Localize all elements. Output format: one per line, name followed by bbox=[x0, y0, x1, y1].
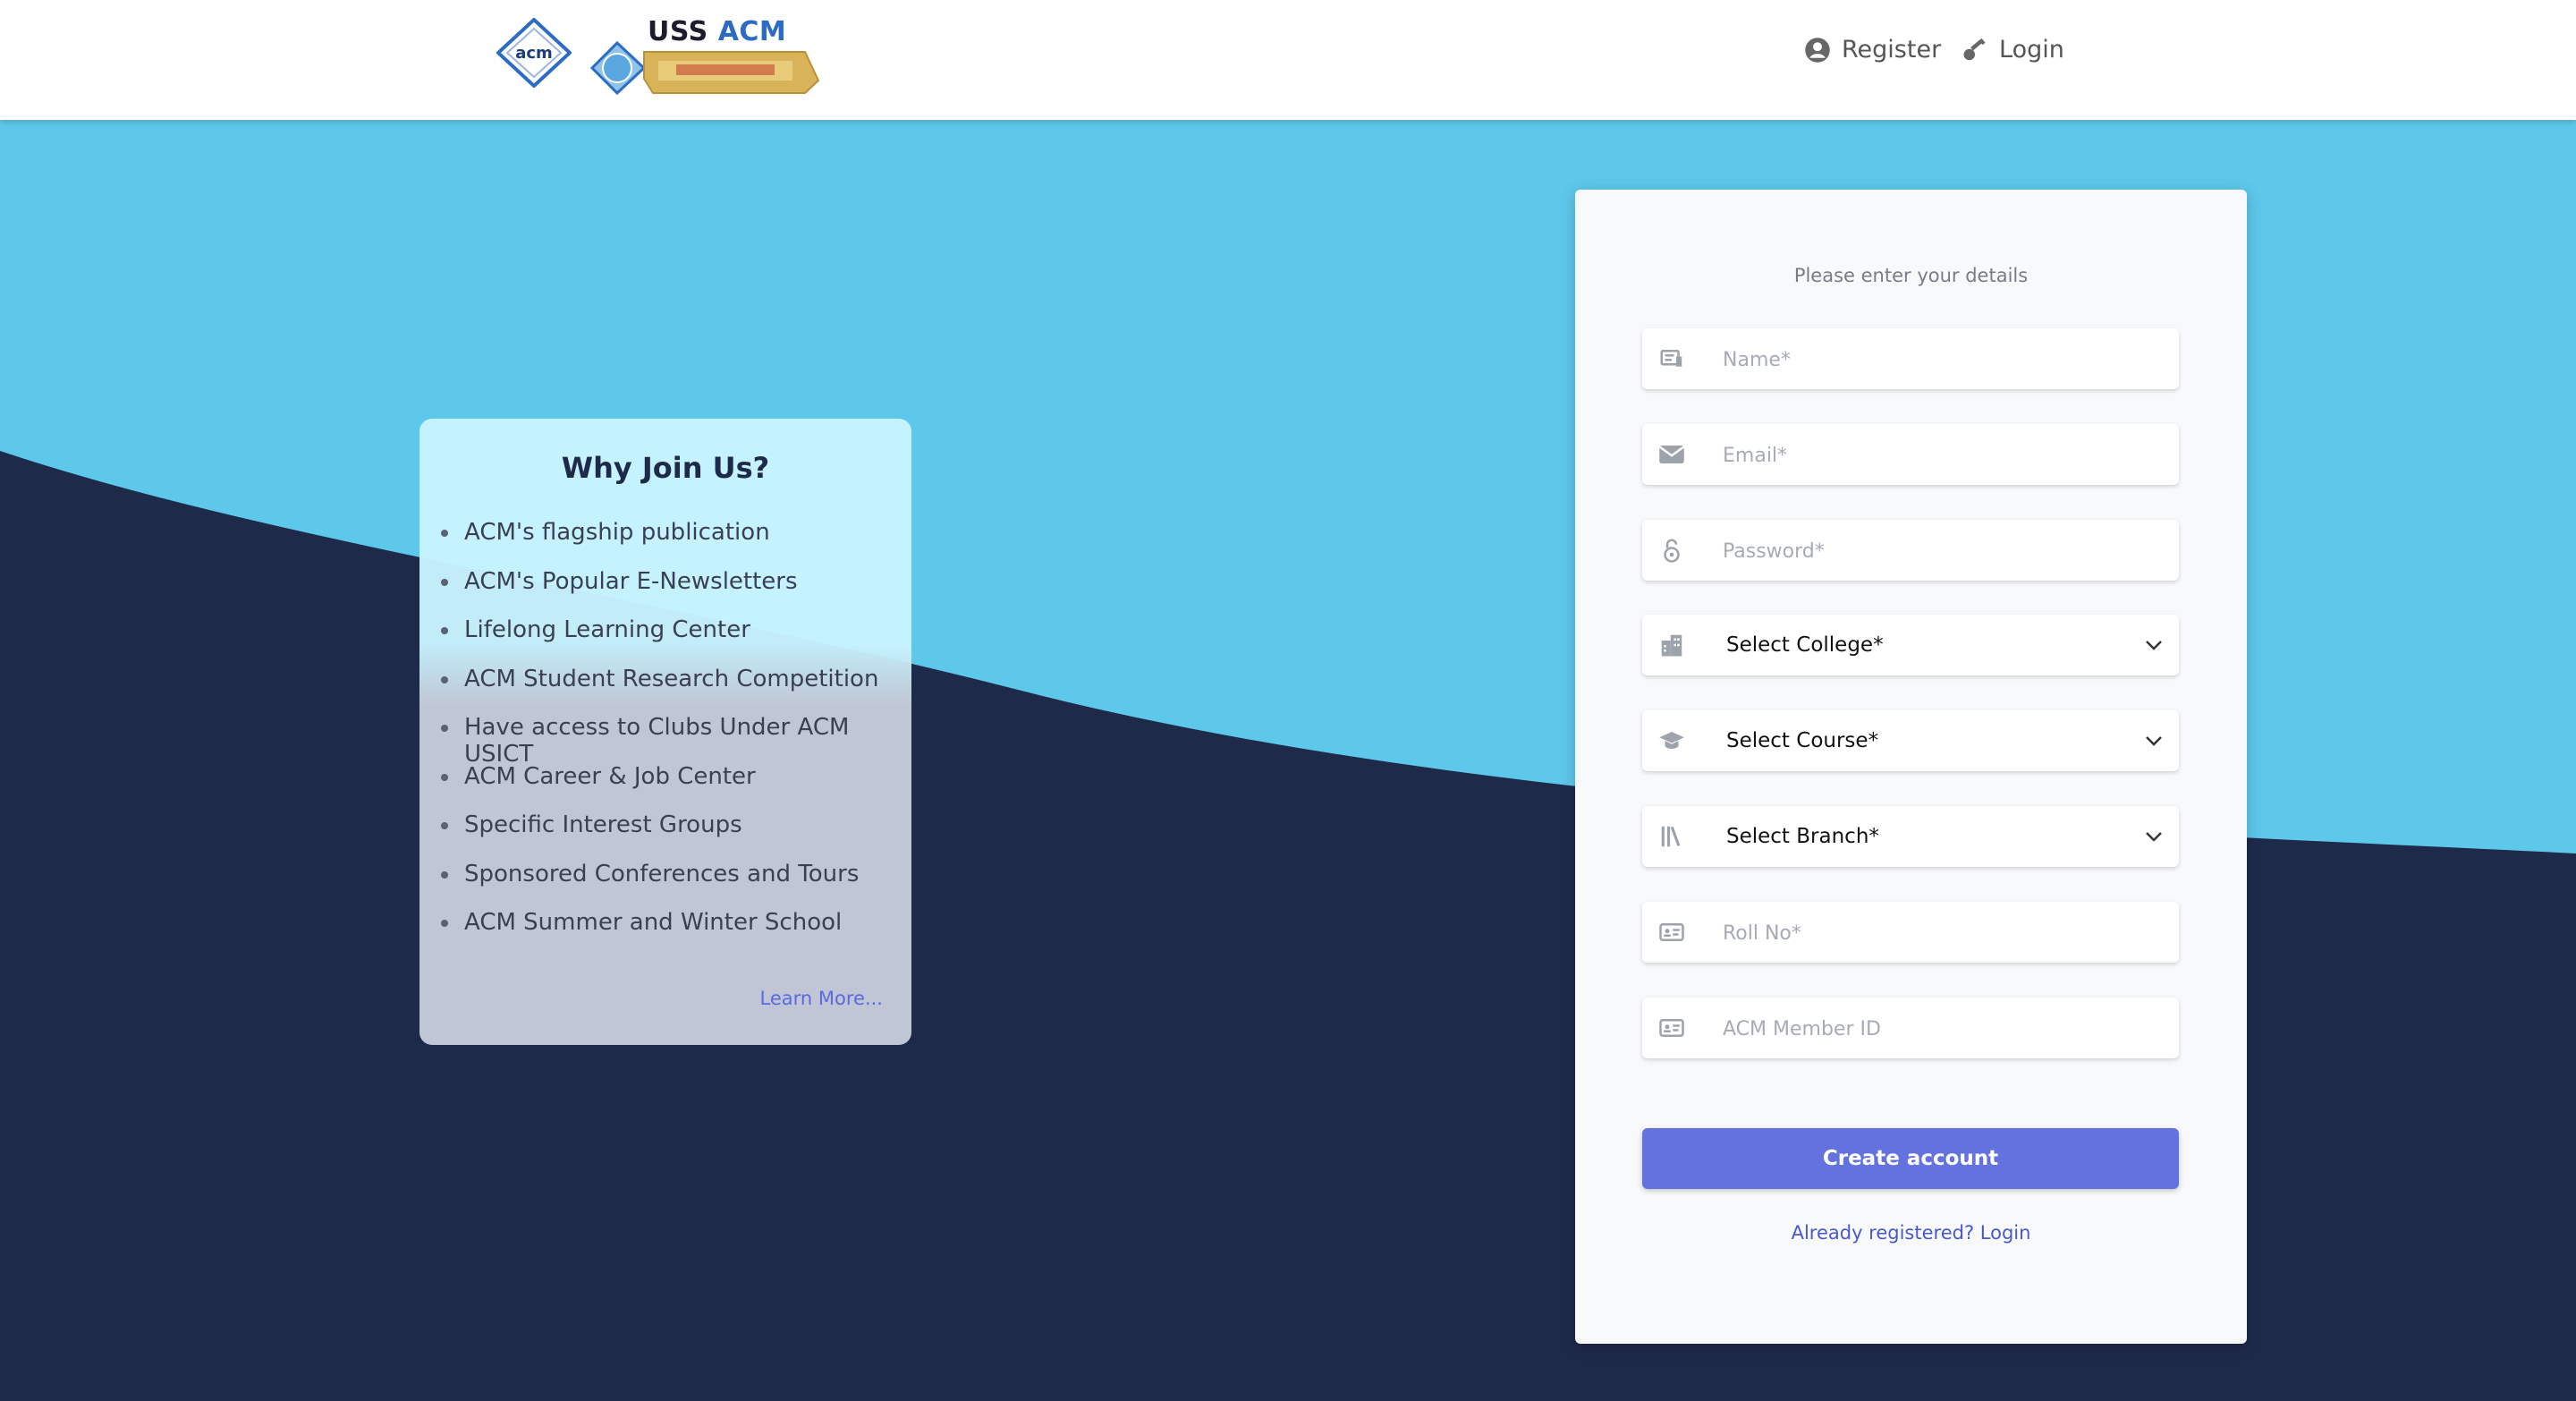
envelope-icon bbox=[1658, 446, 1685, 463]
books-icon bbox=[1661, 826, 1681, 847]
benefit-item: ACM's Popular E-Newsletters bbox=[441, 568, 911, 617]
user-circle-icon bbox=[1805, 37, 1830, 63]
branch-select-value: Select Branch* bbox=[1726, 825, 1879, 848]
chevron-down-icon bbox=[2146, 736, 2162, 746]
benefit-item: ACM Student Research Competition bbox=[441, 666, 911, 715]
member-id-input[interactable] bbox=[1721, 998, 2163, 1060]
acm-logo[interactable]: acm bbox=[496, 18, 572, 88]
why-join-title: Why Join Us? bbox=[561, 451, 770, 485]
building-icon bbox=[1661, 634, 1682, 657]
benefit-item: ACM Summer and Winter School bbox=[441, 909, 911, 958]
graduation-cap-icon bbox=[1659, 732, 1684, 750]
site-title: USS ACM bbox=[648, 16, 786, 47]
svg-text:acm: acm bbox=[515, 44, 553, 63]
already-registered-login-link[interactable]: Already registered? Login bbox=[1575, 1222, 2247, 1244]
rollno-field[interactable] bbox=[1642, 902, 2179, 964]
rollno-input[interactable] bbox=[1721, 902, 2163, 964]
lock-icon bbox=[1664, 539, 1680, 563]
name-input[interactable] bbox=[1721, 328, 2163, 391]
site-title-main: USS bbox=[648, 16, 708, 47]
member-id-field[interactable] bbox=[1642, 998, 2179, 1060]
benefit-item: ACM Career & Job Center bbox=[441, 763, 911, 812]
nav-register-label: Register bbox=[1842, 36, 1942, 64]
college-select[interactable]: Select College* bbox=[1642, 615, 2179, 675]
course-select[interactable]: Select Course* bbox=[1642, 710, 2179, 771]
id-badge-icon bbox=[1659, 923, 1684, 941]
branch-select[interactable]: Select Branch* bbox=[1642, 806, 2179, 867]
email-field[interactable] bbox=[1642, 424, 2179, 487]
email-input[interactable] bbox=[1721, 424, 2163, 487]
chevron-down-icon bbox=[2146, 641, 2162, 650]
chevron-down-icon bbox=[2146, 832, 2162, 842]
nav-login-link[interactable]: Login bbox=[1962, 36, 2064, 64]
benefit-item: Lifelong Learning Center bbox=[441, 616, 911, 666]
register-form-card: Please enter your details Name* Email* S… bbox=[1575, 190, 2247, 1344]
nav-login-label: Login bbox=[1999, 36, 2064, 64]
benefit-item: ACM's flagship publication bbox=[441, 519, 911, 568]
college-select-value: Select College* bbox=[1726, 633, 1884, 657]
course-select-value: Select Course* bbox=[1726, 729, 1879, 752]
top-header: acm USS ACM Register Login bbox=[0, 0, 2576, 120]
id-card-icon bbox=[1660, 350, 1682, 367]
benefits-list: ACM's flagship publication ACM's Popular… bbox=[441, 519, 911, 958]
password-field[interactable] bbox=[1642, 520, 2179, 582]
benefit-item: Have access to Clubs Under ACM USICT bbox=[441, 714, 911, 768]
key-icon bbox=[1963, 38, 1986, 60]
create-account-button[interactable]: Create account bbox=[1642, 1128, 2179, 1189]
nav-register-link[interactable]: Register bbox=[1804, 36, 1941, 64]
form-subtitle: Please enter your details bbox=[1793, 265, 2029, 286]
password-input[interactable] bbox=[1721, 520, 2163, 582]
why-join-card: Why Join Us? ACM's flagship publication … bbox=[419, 419, 911, 1045]
benefit-item: Specific Interest Groups bbox=[441, 811, 911, 861]
site-title-accent: ACM bbox=[717, 16, 787, 47]
name-field[interactable] bbox=[1642, 328, 2179, 391]
benefit-item: Sponsored Conferences and Tours bbox=[441, 861, 911, 910]
id-badge-icon bbox=[1659, 1019, 1684, 1037]
learn-more-link[interactable]: Learn More... bbox=[760, 988, 883, 1009]
